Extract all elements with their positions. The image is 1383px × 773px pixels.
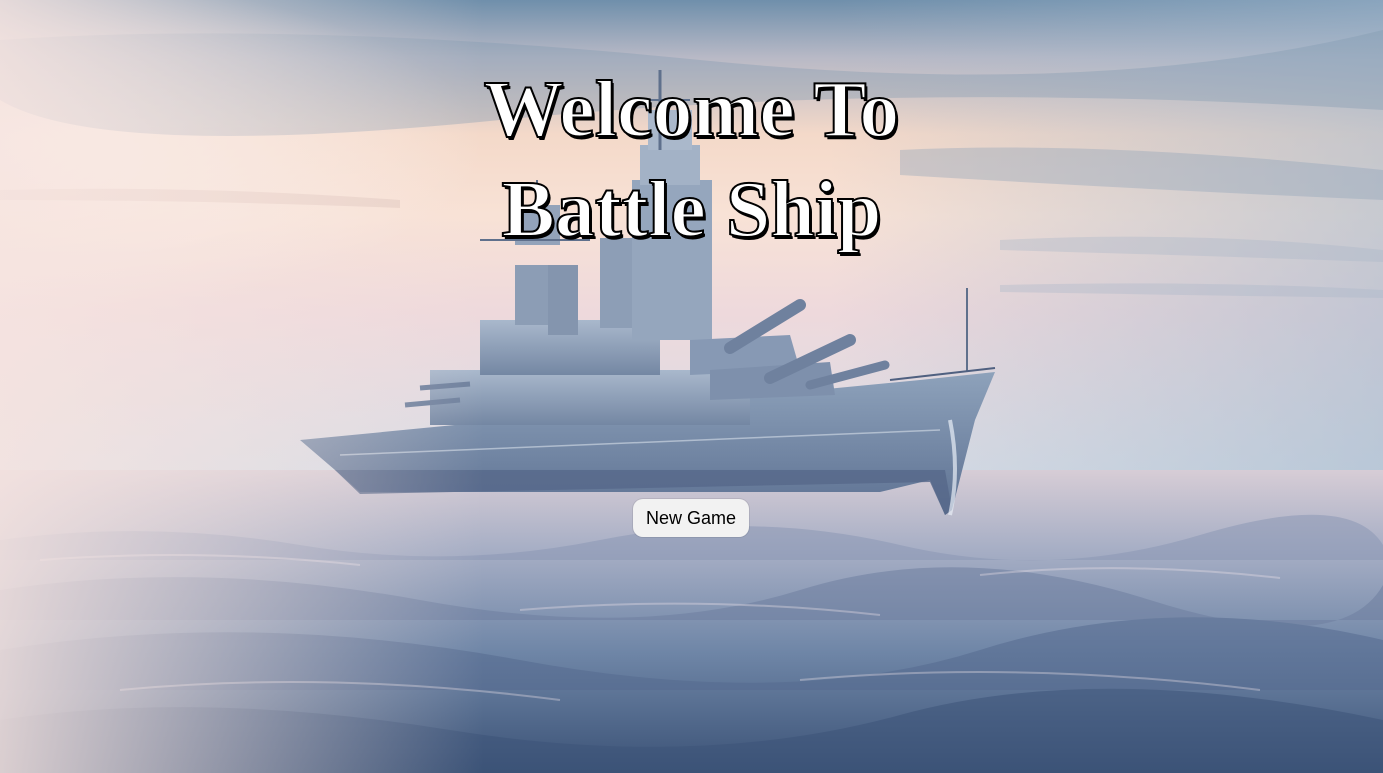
title-line-1: Welcome To [483,65,901,155]
title-line-2: Battle Ship [500,165,882,255]
page-title: Welcome To Battle Ship [0,60,1383,260]
new-game-button[interactable]: New Game [633,499,749,537]
